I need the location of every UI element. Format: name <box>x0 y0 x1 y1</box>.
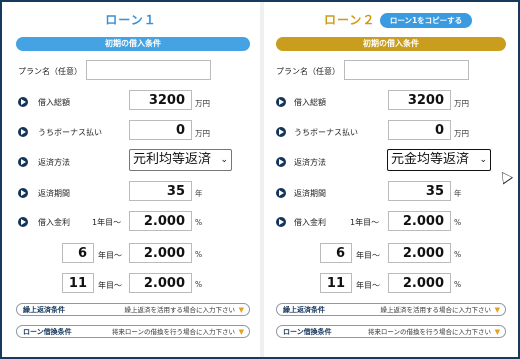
loan2-initial-conditions-bar: 初期の借入条件 <box>276 37 506 51</box>
loan2-refi-toggle[interactable]: ローン借換条件 将来ローンの借換を行う場合に入力下さい ▼ <box>276 325 506 338</box>
circle-arrow-right-icon <box>18 217 28 227</box>
loan2-prepay-desc: 繰上返済を活用する場合に入力下さい <box>380 306 492 314</box>
loan2-rate1-input[interactable]: 2.000 <box>388 211 451 231</box>
loan2-rate3-unit: % <box>454 280 462 289</box>
loan1-bonus-label: うちボーナス払い <box>38 128 102 137</box>
loan1-rate2-year-suffix: 年目～ <box>98 251 122 260</box>
loan1-rate2-input[interactable]: 2.000 <box>129 243 192 263</box>
loan2-plan-input[interactable] <box>344 60 469 80</box>
loan1-period-input[interactable]: 35 <box>129 181 192 201</box>
circle-arrow-right-icon <box>276 188 286 198</box>
loan2-period-unit: 年 <box>454 189 462 198</box>
loan2-method-label: 返済方法 <box>294 158 326 167</box>
loan2-total-input[interactable]: 3200 <box>388 90 451 110</box>
caret-down-icon: ▼ <box>238 306 244 314</box>
loan2-rate-year1-label: 1年目～ <box>350 218 380 227</box>
loan1-total-unit: 万円 <box>195 99 210 108</box>
loan2-method-select[interactable]: 元金均等返済 ⌄ <box>387 149 491 171</box>
loan2-bonus-input[interactable]: 0 <box>388 120 451 140</box>
loan2-method-value: 元金均等返済 <box>391 152 470 167</box>
loan2-rate1-unit: % <box>454 218 462 227</box>
loan1-prepay-toggle[interactable]: 繰上返済条件 繰上返済を活用する場合に入力下さい ▼ <box>16 303 250 316</box>
loan1-period-unit: 年 <box>195 189 203 198</box>
loan2-period-label: 返済期間 <box>294 189 326 198</box>
circle-arrow-right-icon <box>276 97 286 107</box>
circle-arrow-right-icon <box>276 157 286 167</box>
chevron-down-icon: ⌄ <box>479 155 487 165</box>
loan1-prepay-desc: 繰上返済を活用する場合に入力下さい <box>124 306 236 314</box>
loan1-rate2-year-input[interactable]: 6 <box>62 243 94 263</box>
loan2-refi-desc: 将来ローンの借換を行う場合に入力下さい <box>367 328 491 336</box>
loan1-refi-desc: 将来ローンの借換を行う場合に入力下さい <box>111 328 235 336</box>
caret-down-icon: ▼ <box>238 328 244 336</box>
loan1-rate1-unit: % <box>195 218 203 227</box>
loan2-rate3-input[interactable]: 2.000 <box>388 273 451 293</box>
loan1-plan-label: プラン名（任意） <box>18 67 82 76</box>
circle-arrow-right-icon <box>18 188 28 198</box>
loan1-total-input[interactable]: 3200 <box>129 90 192 110</box>
loan1-rate3-year-input[interactable]: 11 <box>62 273 94 293</box>
loan2-title: ローン２ <box>324 13 376 27</box>
loan2-period-input[interactable]: 35 <box>388 181 451 201</box>
loan1-rate3-year-suffix: 年目～ <box>98 281 122 290</box>
loan1-title: ローン１ <box>105 13 157 27</box>
loan2-total-label: 借入総額 <box>294 98 326 107</box>
loan2-rate2-year-suffix: 年目～ <box>356 251 380 260</box>
loan2-rate-label: 借入金利 <box>294 218 326 227</box>
circle-arrow-right-icon <box>276 217 286 227</box>
loan1-period-label: 返済期間 <box>38 189 70 198</box>
circle-arrow-right-icon <box>18 157 28 167</box>
loan1-refi-toggle[interactable]: ローン借換条件 将来ローンの借換を行う場合に入力下さい ▼ <box>16 325 250 338</box>
loan1-total-label: 借入総額 <box>38 98 70 107</box>
loan2-rate2-input[interactable]: 2.000 <box>388 243 451 263</box>
loan2-rate2-unit: % <box>454 250 462 259</box>
loan1-rate1-input[interactable]: 2.000 <box>129 211 192 231</box>
loan2-rate3-year-input[interactable]: 11 <box>320 273 352 293</box>
chevron-down-icon: ⌄ <box>220 155 228 165</box>
circle-arrow-right-icon <box>18 127 28 137</box>
loan2-prepay-toggle[interactable]: 繰上返済条件 繰上返済を活用する場合に入力下さい ▼ <box>276 303 506 316</box>
loan1-refi-title: ローン借換条件 <box>23 328 72 336</box>
loan1-method-label: 返済方法 <box>38 158 70 167</box>
loan1-prepay-title: 繰上返済条件 <box>23 306 65 314</box>
loan2-rate3-year-suffix: 年目～ <box>356 281 380 290</box>
loan2-prepay-title: 繰上返済条件 <box>283 306 325 314</box>
loan1-bonus-unit: 万円 <box>195 129 210 138</box>
loan2-rate2-year-input[interactable]: 6 <box>320 243 352 263</box>
loan1-plan-input[interactable] <box>86 60 211 80</box>
copy-loan1-button[interactable]: ローン1をコピーする <box>380 13 472 28</box>
caret-down-icon: ▼ <box>494 328 500 336</box>
circle-arrow-right-icon <box>276 127 286 137</box>
loan1-bonus-input[interactable]: 0 <box>129 120 192 140</box>
circle-arrow-right-icon <box>18 97 28 107</box>
loan1-rate-year1-label: 1年目～ <box>92 218 122 227</box>
loan1-panel: ローン１ 初期の借入条件 プラン名（任意） 借入総額 3200 万円 うちボーナ… <box>2 2 260 357</box>
loan-comparison-window: ローン１ 初期の借入条件 プラン名（任意） 借入総額 3200 万円 うちボーナ… <box>0 0 520 359</box>
loan1-initial-conditions-bar: 初期の借入条件 <box>16 37 250 51</box>
loan2-total-unit: 万円 <box>454 99 469 108</box>
loan1-rate3-unit: % <box>195 280 203 289</box>
loan2-bonus-label: うちボーナス払い <box>294 128 358 137</box>
loan2-plan-label: プラン名（任意） <box>276 67 340 76</box>
loan2-bonus-unit: 万円 <box>454 129 469 138</box>
loan1-rate3-input[interactable]: 2.000 <box>129 273 192 293</box>
caret-down-icon: ▼ <box>494 306 500 314</box>
loan1-rate-label: 借入金利 <box>38 218 70 227</box>
loan2-panel: ローン２ ローン1をコピーする 初期の借入条件 プラン名（任意） 借入総額 32… <box>264 2 518 357</box>
loan2-refi-title: ローン借換条件 <box>283 328 332 336</box>
loan1-method-value: 元利均等返済 <box>133 152 212 167</box>
loan1-method-select[interactable]: 元利均等返済 ⌄ <box>129 149 232 171</box>
loan1-rate2-unit: % <box>195 250 203 259</box>
